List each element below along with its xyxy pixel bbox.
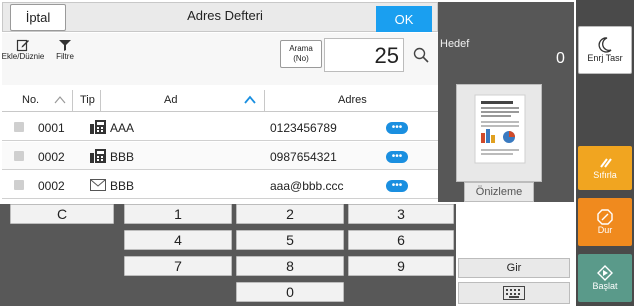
destination-label: Hedef [440,38,470,50]
filter-icon [59,40,71,51]
destination-count: 0 [556,50,565,67]
key-1[interactable]: 1 [124,204,232,224]
fax-icon [90,149,106,163]
more-dots-icon[interactable]: ••• [386,180,408,192]
sort-asc-active-icon[interactable] [244,95,256,105]
ok-button[interactable]: OK [376,6,432,32]
start-button[interactable]: Başlat [578,254,632,302]
row-checkbox[interactable] [14,122,24,132]
row-name: BBB [110,150,135,164]
table-row[interactable]: 0001 AAA 0123456789 ••• [2,113,438,141]
row-number: 0002 [38,179,65,193]
column-name[interactable]: Ad [164,94,177,106]
document-thumbnail-icon [474,94,526,164]
reset-icon [600,158,612,168]
table-row[interactable]: 0002 BBB aaa@bbb.ccc ••• [2,171,438,199]
energy-saver-label: Enrj Tasr [587,53,623,63]
preview-button[interactable]: Önizleme [464,182,534,202]
key-8[interactable]: 8 [236,256,344,276]
keyboard-icon [503,286,525,300]
reset-button[interactable]: Sıfırla [578,146,632,190]
row-address: aaa@bbb.ccc [270,179,344,193]
row-checkbox[interactable] [14,180,24,190]
stop-label: Dur [597,225,613,235]
edit-icon [16,39,29,52]
key-4[interactable]: 4 [124,230,232,250]
key-3[interactable]: 3 [348,204,454,224]
column-type[interactable]: Tip [80,94,95,106]
row-address: 0123456789 [270,121,337,135]
keyboard-button[interactable] [458,282,570,304]
filter-button[interactable]: Filtre [48,38,82,72]
edit-label: Ekle/Düznie [1,52,45,61]
key-2[interactable]: 2 [236,204,344,224]
key-0[interactable]: 0 [236,282,344,302]
cancel-button[interactable]: İptal [10,4,66,31]
row-name: BBB [110,179,135,193]
edit-button[interactable]: Ekle/Düznie [1,38,45,72]
stop-button[interactable]: Dur [578,198,632,246]
column-divider [100,90,101,112]
search-mode-button[interactable]: Arama (No) [280,40,322,68]
document-preview[interactable] [456,84,542,182]
column-no[interactable]: No. [22,94,39,106]
search-button[interactable] [406,38,436,72]
row-address: 0987654321 [270,150,337,164]
search-icon [413,47,429,63]
numeric-keypad: C 1 2 3 4 5 6 7 8 9 0 [0,204,456,306]
start-label: Başlat [592,281,618,291]
table-row[interactable]: 0002 BBB 0987654321 ••• [2,142,438,170]
energy-saver-button[interactable]: Enrj Tasr [578,26,632,74]
search-mode-label: Arama [289,44,313,53]
page-title: Adres Defteri [187,8,263,23]
key-9[interactable]: 9 [348,256,454,276]
more-dots-icon[interactable]: ••• [386,122,408,134]
search-mode-sublabel: (No) [293,54,309,63]
row-number: 0001 [38,121,65,135]
key-5[interactable]: 5 [236,230,344,250]
key-7[interactable]: 7 [124,256,232,276]
row-name: AAA [110,121,135,135]
column-divider [264,90,265,112]
email-icon [90,179,106,191]
start-icon [597,265,613,281]
fax-icon [90,120,106,134]
table-header: No. Tip Ad Adres [2,90,438,112]
search-input[interactable]: 25 [324,38,404,72]
moon-icon [598,37,612,53]
enter-button[interactable]: Gir [458,258,570,278]
sort-asc-icon[interactable] [54,95,66,105]
clear-key[interactable]: C [10,204,114,224]
key-6[interactable]: 6 [348,230,454,250]
more-dots-icon[interactable]: ••• [386,151,408,163]
stop-icon [597,209,613,225]
column-divider [72,90,73,112]
column-address[interactable]: Adres [338,94,367,106]
reset-label: Sıfırla [593,170,617,180]
filter-label: Filtre [56,52,74,61]
row-checkbox[interactable] [14,151,24,161]
row-number: 0002 [38,150,65,164]
